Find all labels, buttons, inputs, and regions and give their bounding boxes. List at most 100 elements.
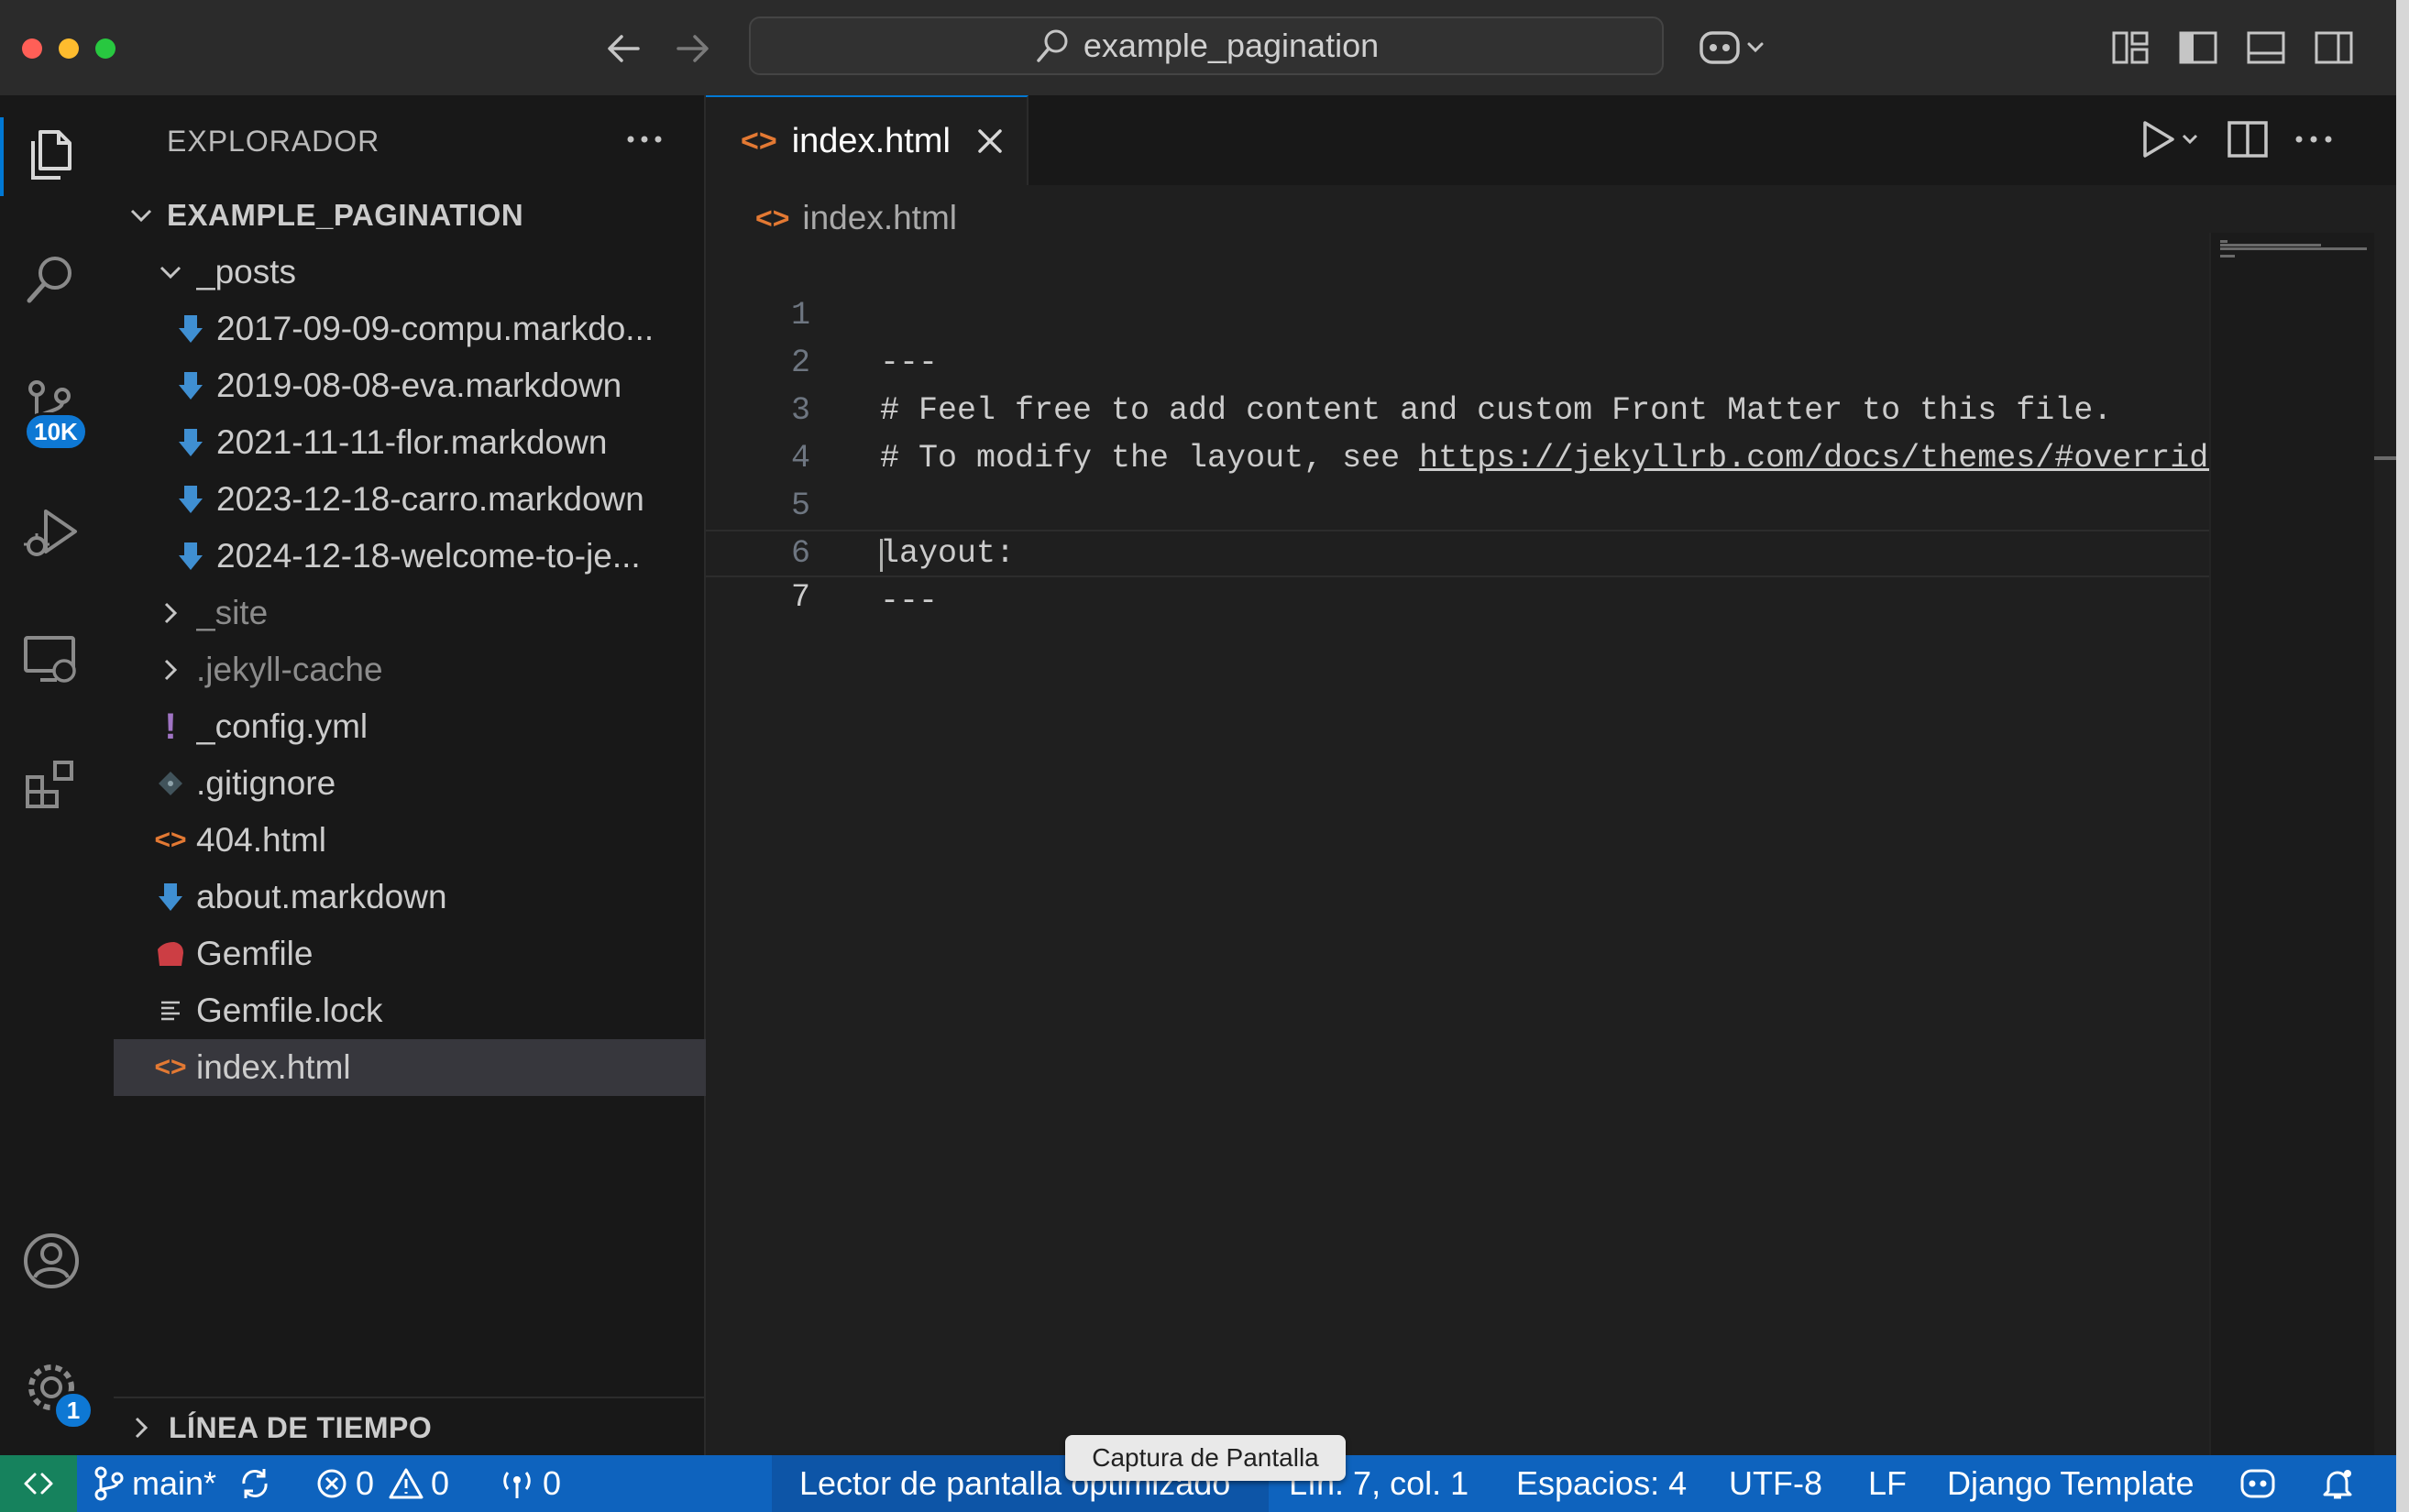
markdown-icon [152, 882, 189, 913]
window-close-button[interactable] [22, 38, 42, 59]
html-icon: <> [154, 825, 187, 855]
more-actions-icon[interactable] [623, 121, 666, 158]
editor-area: <> index.html <> index.html 1 --- 2 # Fe… [706, 95, 2396, 1455]
tree-item-label: 2024-12-18-welcome-to-je... [216, 537, 641, 575]
eol-label: LF [1868, 1464, 1908, 1502]
tree-item-label: index.html [196, 1048, 351, 1086]
tab-index-html[interactable]: <> index.html [706, 95, 1028, 185]
tree-item-label: .jekyll-cache [196, 651, 383, 688]
copilot-icon[interactable] [1698, 26, 1771, 70]
toggle-primary-sidebar-icon[interactable] [2176, 26, 2220, 70]
indentation-status[interactable]: Espacios: 4 [1516, 1455, 1687, 1512]
breadcrumb-file: index.html [802, 199, 958, 236]
window-maximize-button[interactable] [95, 38, 116, 59]
tree-item-label: 2017-09-09-compu.markdo... [216, 310, 654, 347]
tree-item-label: _config.yml [196, 707, 368, 745]
tree-item-file[interactable]: 2024-12-18-welcome-to-je... [114, 528, 763, 585]
settings-gear-icon[interactable]: 1 [15, 1351, 94, 1430]
explorer-icon[interactable] [15, 117, 88, 191]
indentation-label: Espacios: 4 [1516, 1464, 1688, 1502]
sync-icon[interactable] [236, 1465, 273, 1502]
chevron-right-icon [114, 1414, 169, 1441]
toggle-panel-icon[interactable] [2244, 26, 2288, 70]
extensions-icon[interactable] [15, 750, 88, 823]
tree-item-label: Gemfile [196, 935, 314, 972]
tree-item-file[interactable]: 2021-11-11-flor.markdown [114, 414, 763, 471]
tree-item-file[interactable]: 2023-12-18-carro.markdown [114, 471, 763, 528]
tree-item-label: 2019-08-08-eva.markdown [216, 367, 622, 404]
tree-item-site[interactable]: _site [114, 585, 742, 641]
tree-item-file[interactable]: about.markdown [114, 869, 742, 926]
code-line-current: 7 [706, 530, 2209, 616]
active-indicator [0, 117, 4, 196]
tree-item-file[interactable]: 2017-09-09-compu.markdo... [114, 301, 763, 357]
timeline-section[interactable]: LÍNEA DE TIEMPO [114, 1397, 704, 1457]
run-icon[interactable] [2132, 114, 2206, 165]
customize-layout-icon[interactable] [2108, 26, 2152, 70]
code-line: 5 layout: [706, 434, 2209, 572]
broadcast-icon [499, 1465, 535, 1502]
tree-item-label: about.markdown [196, 878, 447, 915]
breadcrumb[interactable]: <> index.html [755, 192, 957, 244]
tree-root-folder[interactable]: EXAMPLE_PAGINATION [114, 187, 713, 244]
tree-item-posts[interactable]: _posts [114, 244, 742, 301]
tree-item-label: Gemfile.lock [196, 992, 383, 1029]
title-bar: example_pagination [0, 0, 2396, 97]
tree-item-label: _posts [196, 253, 297, 290]
git-icon [152, 770, 189, 797]
chevron-right-icon [152, 595, 189, 631]
code-line: 6 --- [706, 482, 2209, 619]
vertical-scrollbar[interactable] [2374, 233, 2396, 1455]
markdown-icon [172, 427, 209, 458]
tree-item-file[interactable]: .gitignore [114, 755, 742, 812]
run-debug-icon[interactable] [15, 497, 88, 570]
tree-root-label: EXAMPLE_PAGINATION [167, 198, 524, 232]
split-editor-icon[interactable] [2222, 114, 2273, 165]
window-edge [2396, 0, 2409, 1512]
tree-item-label: 404.html [196, 821, 326, 859]
ruby-icon [152, 940, 189, 968]
encoding-status[interactable]: UTF-8 [1729, 1455, 1822, 1512]
problems-status[interactable]: 0 0 [315, 1455, 449, 1512]
branch-name: main* [132, 1464, 217, 1502]
copilot-status-icon[interactable] [2238, 1455, 2279, 1512]
remote-indicator-icon[interactable] [0, 1455, 77, 1512]
branch-status[interactable]: main* [94, 1455, 273, 1512]
remote-explorer-icon[interactable] [15, 623, 88, 696]
tree-item-label: _site [196, 594, 269, 631]
accounts-icon[interactable] [15, 1224, 88, 1298]
window-minimize-button[interactable] [59, 38, 79, 59]
back-arrow-icon[interactable] [601, 27, 645, 70]
tree-item-file[interactable]: <> 404.html [114, 812, 742, 869]
close-icon[interactable] [974, 126, 1006, 157]
html-icon: <> [154, 1052, 187, 1082]
source-control-icon[interactable]: 10K [15, 370, 88, 451]
ports-status[interactable]: 0 [499, 1455, 561, 1512]
sidebar-title: EXPLORADOR [167, 125, 380, 158]
line-number: 7 [790, 579, 810, 616]
minimap[interactable] [2209, 233, 2376, 1455]
code-editor[interactable]: 1 --- 2 # Feel free to add content and c… [706, 244, 2228, 1453]
tree-item-jekyll-cache[interactable]: .jekyll-cache [114, 641, 742, 698]
tab-bar: <> index.html [706, 95, 2396, 185]
tree-item-file[interactable]: ! _config.yml [114, 698, 742, 755]
forward-arrow-icon[interactable] [671, 27, 715, 70]
lines-icon [152, 998, 189, 1024]
tree-item-file[interactable]: 2019-08-08-eva.markdown [114, 357, 763, 414]
activity-bar: 10K 1 [0, 95, 114, 1455]
language-mode-status[interactable]: Django Template [1947, 1455, 2194, 1512]
scm-count-badge: 10K [24, 412, 88, 451]
eol-status[interactable]: LF [1868, 1455, 1907, 1512]
toggle-secondary-sidebar-icon[interactable] [2312, 26, 2356, 70]
more-actions-icon[interactable] [2288, 114, 2339, 165]
notifications-bell-icon[interactable] [2319, 1455, 2356, 1512]
tree-item-file[interactable]: Gemfile [114, 926, 742, 982]
timeline-label: LÍNEA DE TIEMPO [169, 1410, 433, 1444]
warning-icon [389, 1467, 424, 1500]
tree-item-file[interactable]: Gemfile.lock [114, 982, 742, 1039]
markdown-icon [172, 541, 209, 572]
search-icon[interactable] [15, 244, 88, 317]
minimap-line [2220, 247, 2367, 250]
command-center-search[interactable]: example_pagination [749, 16, 1664, 75]
tree-item-file-selected[interactable]: <> index.html [114, 1039, 742, 1096]
